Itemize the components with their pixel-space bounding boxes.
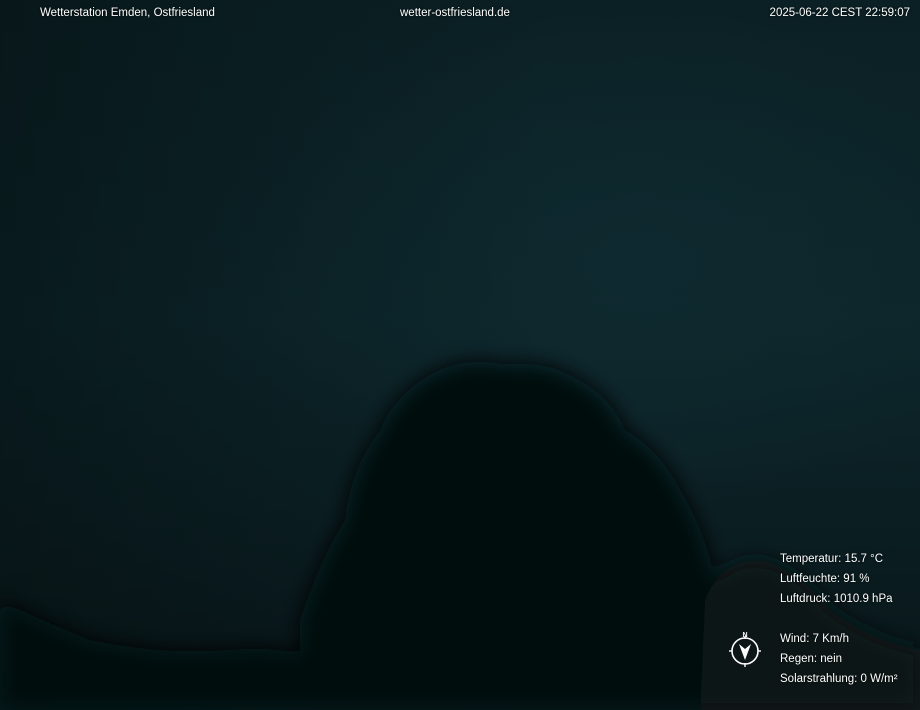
humidity-reading: Luftfeuchte: 91 % [780,573,870,585]
compass-north-label: N [742,632,747,639]
station-name: Wetterstation Emden, Ostfriesland [40,7,215,19]
rain-reading: Regen: nein [780,653,843,665]
temperature-reading: Temperatur: 15.7 °C [780,553,884,565]
weather-readings: Temperatur: 15.7 °C Luftfeuchte: 91 % Lu… [780,549,898,689]
wind-reading: Wind: 7 Km/h [780,633,850,645]
solar-radiation-reading: Solarstrahlung: 0 W/m² [780,673,898,685]
pressure-reading: Luftdruck: 1010.9 hPa [780,593,893,605]
wind-direction-compass-icon: N [727,630,763,668]
timestamp: 2025-06-22 CEST 22:59:07 [769,7,910,19]
webcam-image: Wetterstation Emden, Ostfriesland wetter… [0,0,920,710]
website-label: wetter-ostfriesland.de [400,7,510,19]
